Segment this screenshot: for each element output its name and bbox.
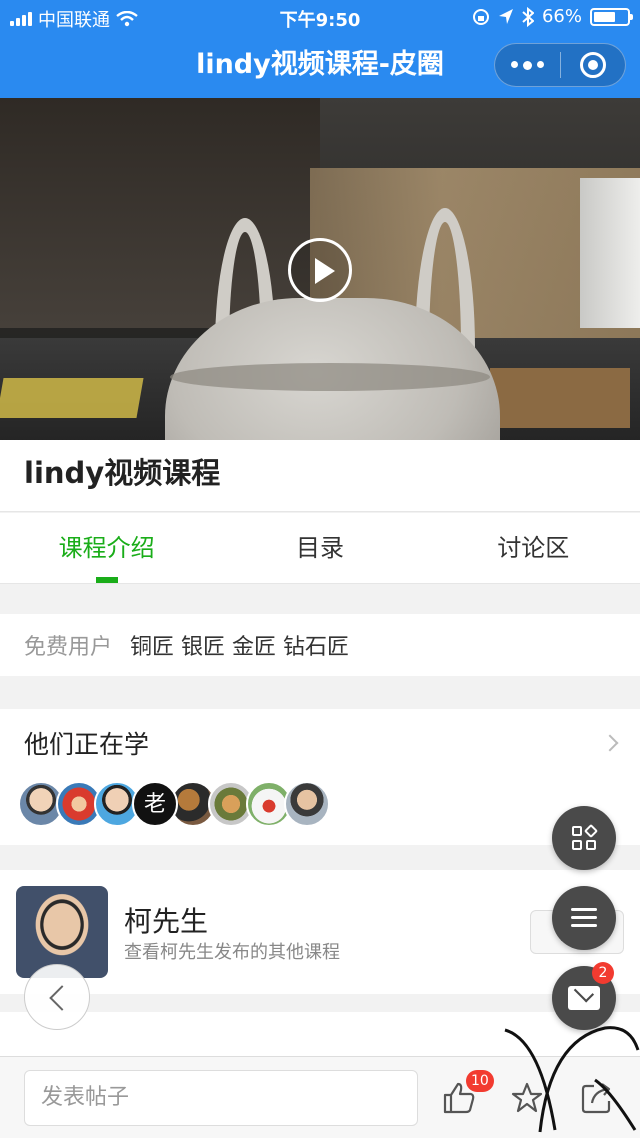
- play-icon[interactable]: [288, 238, 352, 302]
- post-input[interactable]: 发表帖子: [24, 1070, 418, 1126]
- course-video[interactable]: [0, 98, 640, 440]
- mail-badge: 2: [592, 962, 614, 984]
- membership-levels: 铜匠 银匠 金匠 钻石匠: [130, 635, 349, 660]
- battery-level: [594, 11, 616, 22]
- battery-percent: 66%: [541, 6, 582, 27]
- bottom-bar: 发表帖子: [0, 1056, 640, 1138]
- apps-button[interactable]: [552, 806, 616, 870]
- next-card: [0, 1012, 640, 1058]
- course-title: lindy视频课程: [0, 440, 640, 512]
- close-button[interactable]: [561, 44, 626, 86]
- menu-button[interactable]: [552, 886, 616, 950]
- bluetooth-icon: [522, 6, 534, 27]
- menu-icon: [571, 908, 597, 928]
- mini-program-capsule: [494, 43, 626, 87]
- tab-discussion[interactable]: 讨论区: [427, 513, 640, 583]
- avatar: [284, 781, 330, 827]
- tab-intro[interactable]: 课程介绍: [0, 513, 213, 583]
- learner-avatars: [18, 781, 330, 827]
- membership-row: 免费用户 铜匠 银匠 金匠 钻石匠: [0, 614, 640, 676]
- star-icon[interactable]: [510, 1081, 544, 1115]
- status-bar: 中国联通 下午9:50 66%: [0, 0, 640, 34]
- grid-icon: [572, 823, 599, 850]
- mail-icon: [568, 986, 600, 1010]
- author-name: 柯先生: [124, 905, 209, 938]
- free-user-label: 免费用户: [24, 635, 113, 660]
- location-icon: [498, 8, 513, 24]
- tab-catalog[interactable]: 目录: [213, 513, 426, 583]
- share-icon[interactable]: [580, 1081, 614, 1115]
- learners-title: 他们正在学: [24, 730, 150, 759]
- status-right: 66%: [472, 6, 633, 27]
- battery-icon: [590, 7, 633, 26]
- author-subtitle: 查看柯先生发布的其他课程: [124, 942, 340, 963]
- learners-section[interactable]: 他们正在学: [0, 709, 640, 845]
- chevron-right-icon: [601, 734, 619, 752]
- target-icon: [579, 52, 606, 78]
- back-button[interactable]: [24, 964, 90, 1030]
- more-dots-icon: [510, 60, 544, 70]
- avatar: [132, 781, 178, 827]
- rotation-lock-icon: [472, 8, 489, 25]
- tab-bar: 课程介绍 目录 讨论区: [0, 513, 640, 584]
- like-count-badge: 10: [466, 1070, 494, 1092]
- more-button[interactable]: [495, 44, 560, 86]
- nav-bar: lindy视频课程-皮圈: [0, 34, 640, 98]
